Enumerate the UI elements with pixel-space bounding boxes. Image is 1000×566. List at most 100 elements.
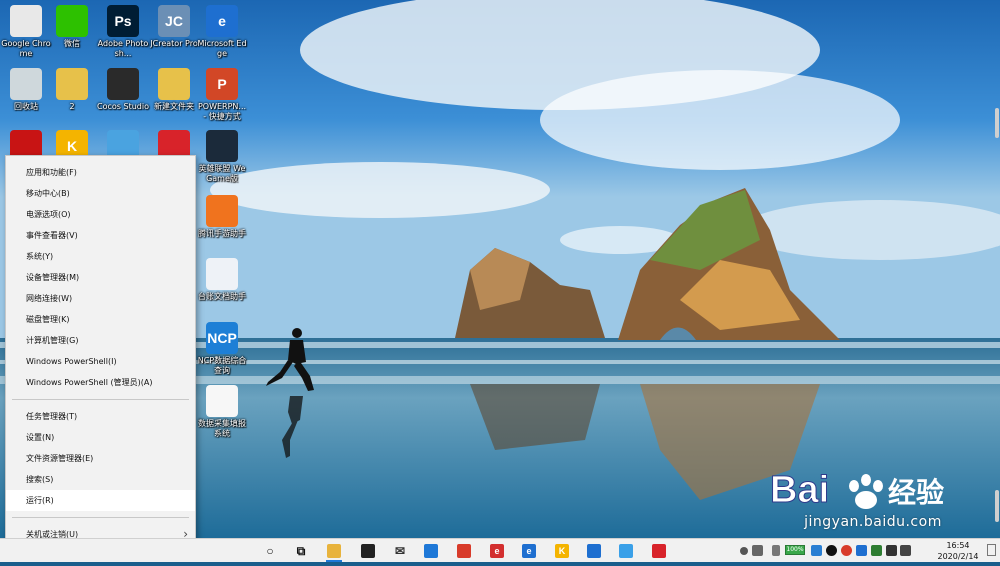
desktop-icon-label: 回收站: [14, 102, 38, 111]
chrome-icon: [10, 5, 42, 37]
menu-group-system: 应用和功能(F) 移动中心(B) 电源选项(O) 事件查看器(V) 系统(Y) 设备管理器…: [6, 162, 195, 393]
desktop-icon[interactable]: Cocos Studio: [97, 68, 149, 112]
edge-icon: e: [522, 544, 536, 558]
menu-group-tools: 任务管理器(T) 设置(N) 文件资源管理器(E) 搜索(S) 运行(R): [6, 406, 195, 511]
menu-item[interactable]: 设备管理器(M): [6, 267, 195, 288]
desktop-icon[interactable]: 腾讯手游助手: [196, 195, 248, 239]
menu-item[interactable]: 移动中心(B): [6, 183, 195, 204]
clock-date: 2020/2/14: [937, 552, 979, 561]
menu-item[interactable]: 设置(N): [6, 427, 195, 448]
taskbar-button[interactable]: [357, 541, 379, 561]
taskbar: ○ ⧉ ✉ e e K 100% 16:54 2020/2/14: [0, 538, 1000, 562]
menu-item[interactable]: 搜索(S): [6, 469, 195, 490]
desktop-icon[interactable]: 新建文件夹: [148, 68, 200, 112]
desktop-icon-label: JCreator Pro: [150, 39, 198, 48]
svg-text:经验: 经验: [888, 476, 944, 509]
tray-chevron-icon[interactable]: [740, 547, 748, 555]
network-icon[interactable]: [811, 545, 822, 556]
taskbar-button[interactable]: e: [518, 541, 540, 561]
menu-item[interactable]: 磁盘管理(K): [6, 309, 195, 330]
desktop-icon[interactable]: P POWERPN... - 快捷方式: [196, 68, 248, 122]
cortana-circle-icon: ○: [266, 544, 274, 558]
netease-music-icon: [652, 544, 666, 558]
menu-item[interactable]: 网络连接(W): [6, 288, 195, 309]
desktop-icon-label: Cocos Studio: [97, 102, 149, 111]
taskbar-button[interactable]: [420, 541, 442, 561]
desktop-icon[interactable]: NCP NCP数据综合查询: [196, 322, 248, 376]
powerpoint-icon: P: [206, 68, 238, 100]
svg-text:Bai: Bai: [770, 469, 829, 511]
wechat-icon: [56, 5, 88, 37]
menu-item[interactable]: 事件查看器(V): [6, 225, 195, 246]
winx-context-menu: 应用和功能(F) 移动中心(B) 电源选项(O) 事件查看器(V) 系统(Y) 设备管理器…: [5, 155, 196, 560]
desktop-icon-label: 英雄联盟 WeGame版: [198, 164, 246, 183]
desktop-icon[interactable]: Ps Adobe Photosh...: [97, 5, 149, 59]
desktop-icon-label: 数据采集填报系统: [198, 419, 246, 438]
desktop-icon-label: Microsoft Edge: [197, 39, 247, 58]
clock[interactable]: 16:54 2020/2/14: [930, 540, 986, 562]
desktop-icon[interactable]: Google Chrome: [0, 5, 52, 59]
taskbar-button[interactable]: K: [551, 541, 573, 561]
photoshop-icon: Ps: [107, 5, 139, 37]
desktop-icon[interactable]: JC JCreator Pro: [148, 5, 200, 49]
desktop-icon[interactable]: e Microsoft Edge: [196, 5, 248, 59]
desktop-icon[interactable]: 微信: [46, 5, 98, 49]
qq-browser-icon: [619, 544, 633, 558]
ncp-icon: NCP: [206, 322, 238, 354]
taskbar-button[interactable]: [583, 541, 605, 561]
desktop-icon[interactable]: 回收站: [0, 68, 52, 112]
taskbar-button[interactable]: [323, 541, 345, 561]
red-app-icon: [457, 544, 471, 558]
security-icon[interactable]: [841, 545, 852, 556]
menu-item[interactable]: Windows PowerShell (管理员)(A): [6, 372, 195, 393]
cocos-icon: [107, 68, 139, 100]
menu-item[interactable]: 任务管理器(T): [6, 406, 195, 427]
menu-item[interactable]: Windows PowerShell(I): [6, 351, 195, 372]
desktop-icon-label: 腾讯手游助手: [198, 229, 246, 238]
taskbar-button[interactable]: ○: [259, 541, 281, 561]
desktop-icon[interactable]: 数据采集填报系统: [196, 385, 248, 439]
qq-icon[interactable]: [826, 545, 837, 556]
watermark-url: jingyan.baidu.com: [804, 514, 942, 530]
taskbar-button[interactable]: [615, 541, 637, 561]
menu-item[interactable]: 应用和功能(F): [6, 162, 195, 183]
desktop-icon[interactable]: 英雄联盟 WeGame版: [196, 130, 248, 184]
desktop-icon-label: POWERPN... - 快捷方式: [197, 102, 247, 121]
folder-zip-icon: [56, 68, 88, 100]
desktop-icon-label: 台账文档助手: [198, 292, 246, 301]
notification-icon[interactable]: [987, 544, 996, 556]
taskbar-button[interactable]: e: [486, 541, 508, 561]
file-icon: [206, 385, 238, 417]
keyboard-icon[interactable]: [752, 545, 763, 556]
taskbar-button[interactable]: ✉: [389, 541, 411, 561]
recycle-bin-icon: [10, 68, 42, 100]
desktop-icon-label: Google Chrome: [1, 39, 51, 58]
menu-item[interactable]: 电源选项(O): [6, 204, 195, 225]
menu-item[interactable]: 运行(R): [6, 490, 195, 511]
menu-item[interactable]: 计算机管理(G): [6, 330, 195, 351]
right-edge-tab: [995, 490, 999, 522]
taskbar-button[interactable]: ⧉: [290, 541, 312, 561]
menu-separator: [12, 517, 189, 518]
desktop-icon[interactable]: 台账文档助手: [196, 258, 248, 302]
taskbar-button[interactable]: [453, 541, 475, 561]
edge-icon: e: [206, 5, 238, 37]
cloud-sync-icon[interactable]: [856, 545, 867, 556]
clock-time: 16:54: [946, 541, 970, 550]
volume-icon[interactable]: [900, 545, 911, 556]
wechat-tray-icon[interactable]: [871, 545, 882, 556]
clock-app-icon: [424, 544, 438, 558]
desktop-icon[interactable]: 2: [46, 68, 98, 112]
menu-separator: [12, 399, 189, 400]
right-edge-tab: [995, 108, 999, 138]
battery-indicator[interactable]: 100%: [785, 545, 805, 555]
menu-item[interactable]: 文件资源管理器(E): [6, 448, 195, 469]
baidu-logo-icon: Bai 经验: [770, 469, 945, 512]
taskbar-button[interactable]: [648, 541, 670, 561]
menu-item[interactable]: 系统(Y): [6, 246, 195, 267]
store-icon: [361, 544, 375, 558]
phone-icon: [587, 544, 601, 558]
mail-icon: ✉: [394, 544, 406, 558]
usb-icon[interactable]: [772, 545, 780, 556]
display-icon[interactable]: [886, 545, 897, 556]
